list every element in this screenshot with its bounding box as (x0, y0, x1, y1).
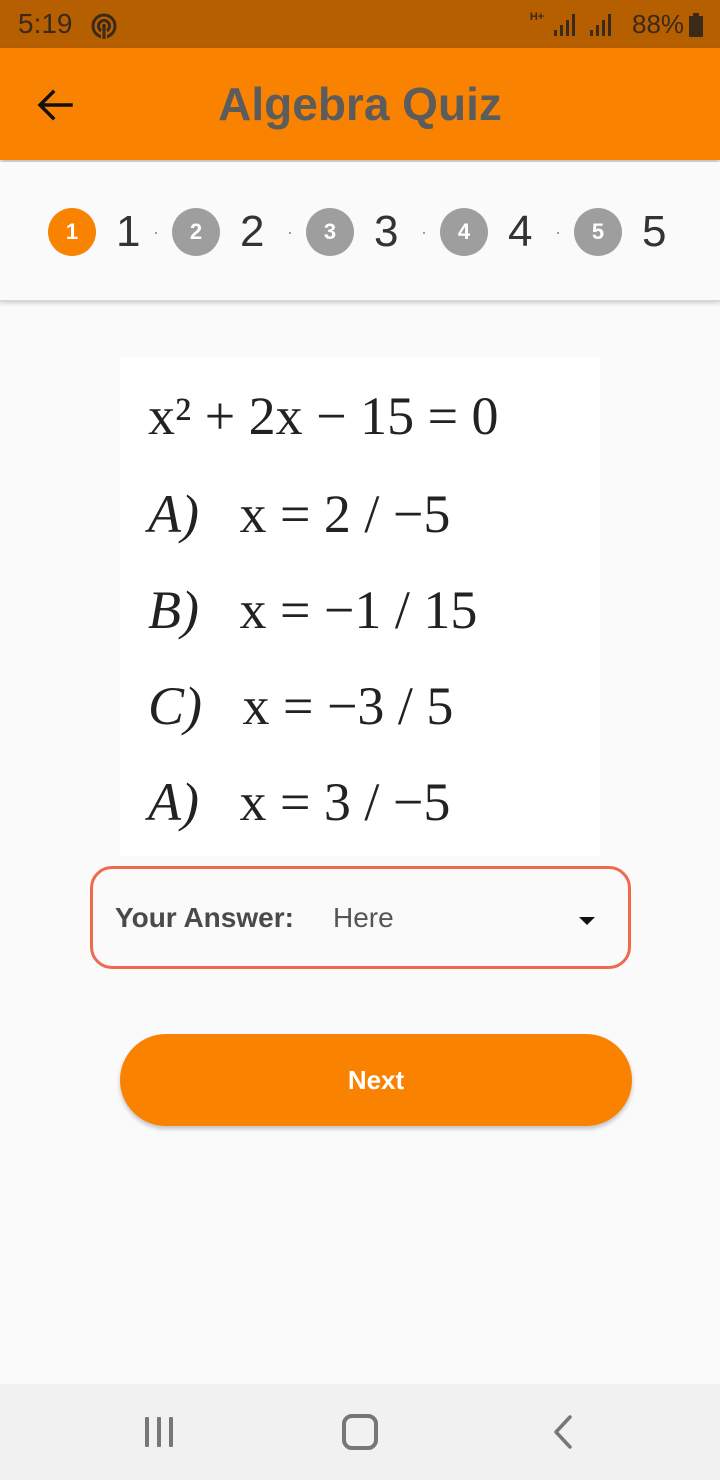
app-bar: Algebra Quiz (0, 48, 720, 160)
back-button[interactable] (28, 78, 82, 132)
step-number-badge: 5 (574, 208, 622, 256)
hotspot-icon (91, 13, 117, 40)
step-label: 4 (508, 207, 533, 256)
step-5[interactable]: 5 5 (574, 207, 674, 256)
step-4[interactable]: 4 4 (440, 207, 540, 256)
step-label: 2 (240, 207, 265, 256)
option-letter: A) (148, 772, 199, 832)
question-stepper: 1 1 2 2 3 3 4 4 5 5 (0, 162, 720, 302)
step-connector (557, 232, 559, 234)
option-d: A) x = 3 / −5 (148, 772, 450, 832)
signal-icon (590, 14, 611, 36)
step-label: 3 (374, 207, 399, 256)
home-icon[interactable] (342, 1414, 378, 1450)
step-2[interactable]: 2 2 (172, 207, 272, 256)
step-1[interactable]: 1 1 (48, 207, 148, 256)
back-icon[interactable] (548, 1414, 576, 1450)
option-letter: C) (148, 676, 202, 736)
option-answer: x = −3 / 5 (242, 676, 454, 736)
caret-down-icon (579, 917, 595, 925)
status-time: 5:19 (18, 8, 73, 39)
option-letter: A) (148, 484, 199, 544)
recent-apps-icon[interactable] (142, 1415, 176, 1449)
answer-selected-value: Here (333, 902, 394, 933)
answer-label: Your Answer: (115, 902, 294, 933)
option-b: B) x = −1 / 15 (148, 580, 477, 640)
battery-percentage: 88% (632, 9, 685, 39)
step-number-badge: 1 (48, 208, 96, 256)
step-connector (423, 232, 425, 234)
network-type-label: H+ (529, 11, 545, 23)
option-letter: B) (148, 580, 199, 640)
option-answer: x = −1 / 15 (239, 580, 478, 640)
step-connector (289, 232, 291, 234)
step-number-badge: 2 (172, 208, 220, 256)
arrow-left-icon (37, 89, 73, 121)
step-number-badge: 4 (440, 208, 488, 256)
page-title: Algebra Quiz (218, 78, 502, 130)
battery-icon (689, 13, 703, 37)
answer-dropdown[interactable]: Your Answer: Here (90, 866, 631, 969)
step-label: 1 (116, 207, 141, 256)
step-number-badge: 3 (306, 208, 354, 256)
status-bar: 5:19 H+ 88% (0, 0, 720, 48)
step-connector (155, 232, 157, 234)
system-nav-bar (0, 1384, 720, 1480)
signal-icon (554, 14, 575, 36)
question-equation: x² + 2x − 15 = 0 (148, 386, 499, 446)
option-c: C) x = −3 / 5 (148, 676, 453, 736)
option-a: A) x = 2 / −5 (148, 484, 450, 544)
step-3[interactable]: 3 3 (306, 207, 406, 256)
question-image: x² + 2x − 15 = 0 A) x = 2 / −5 B) x = −1… (120, 358, 600, 856)
next-button[interactable]: Next (120, 1034, 632, 1126)
option-answer: x = 3 / −5 (239, 772, 451, 832)
step-label: 5 (642, 207, 667, 256)
option-answer: x = 2 / −5 (239, 484, 451, 544)
